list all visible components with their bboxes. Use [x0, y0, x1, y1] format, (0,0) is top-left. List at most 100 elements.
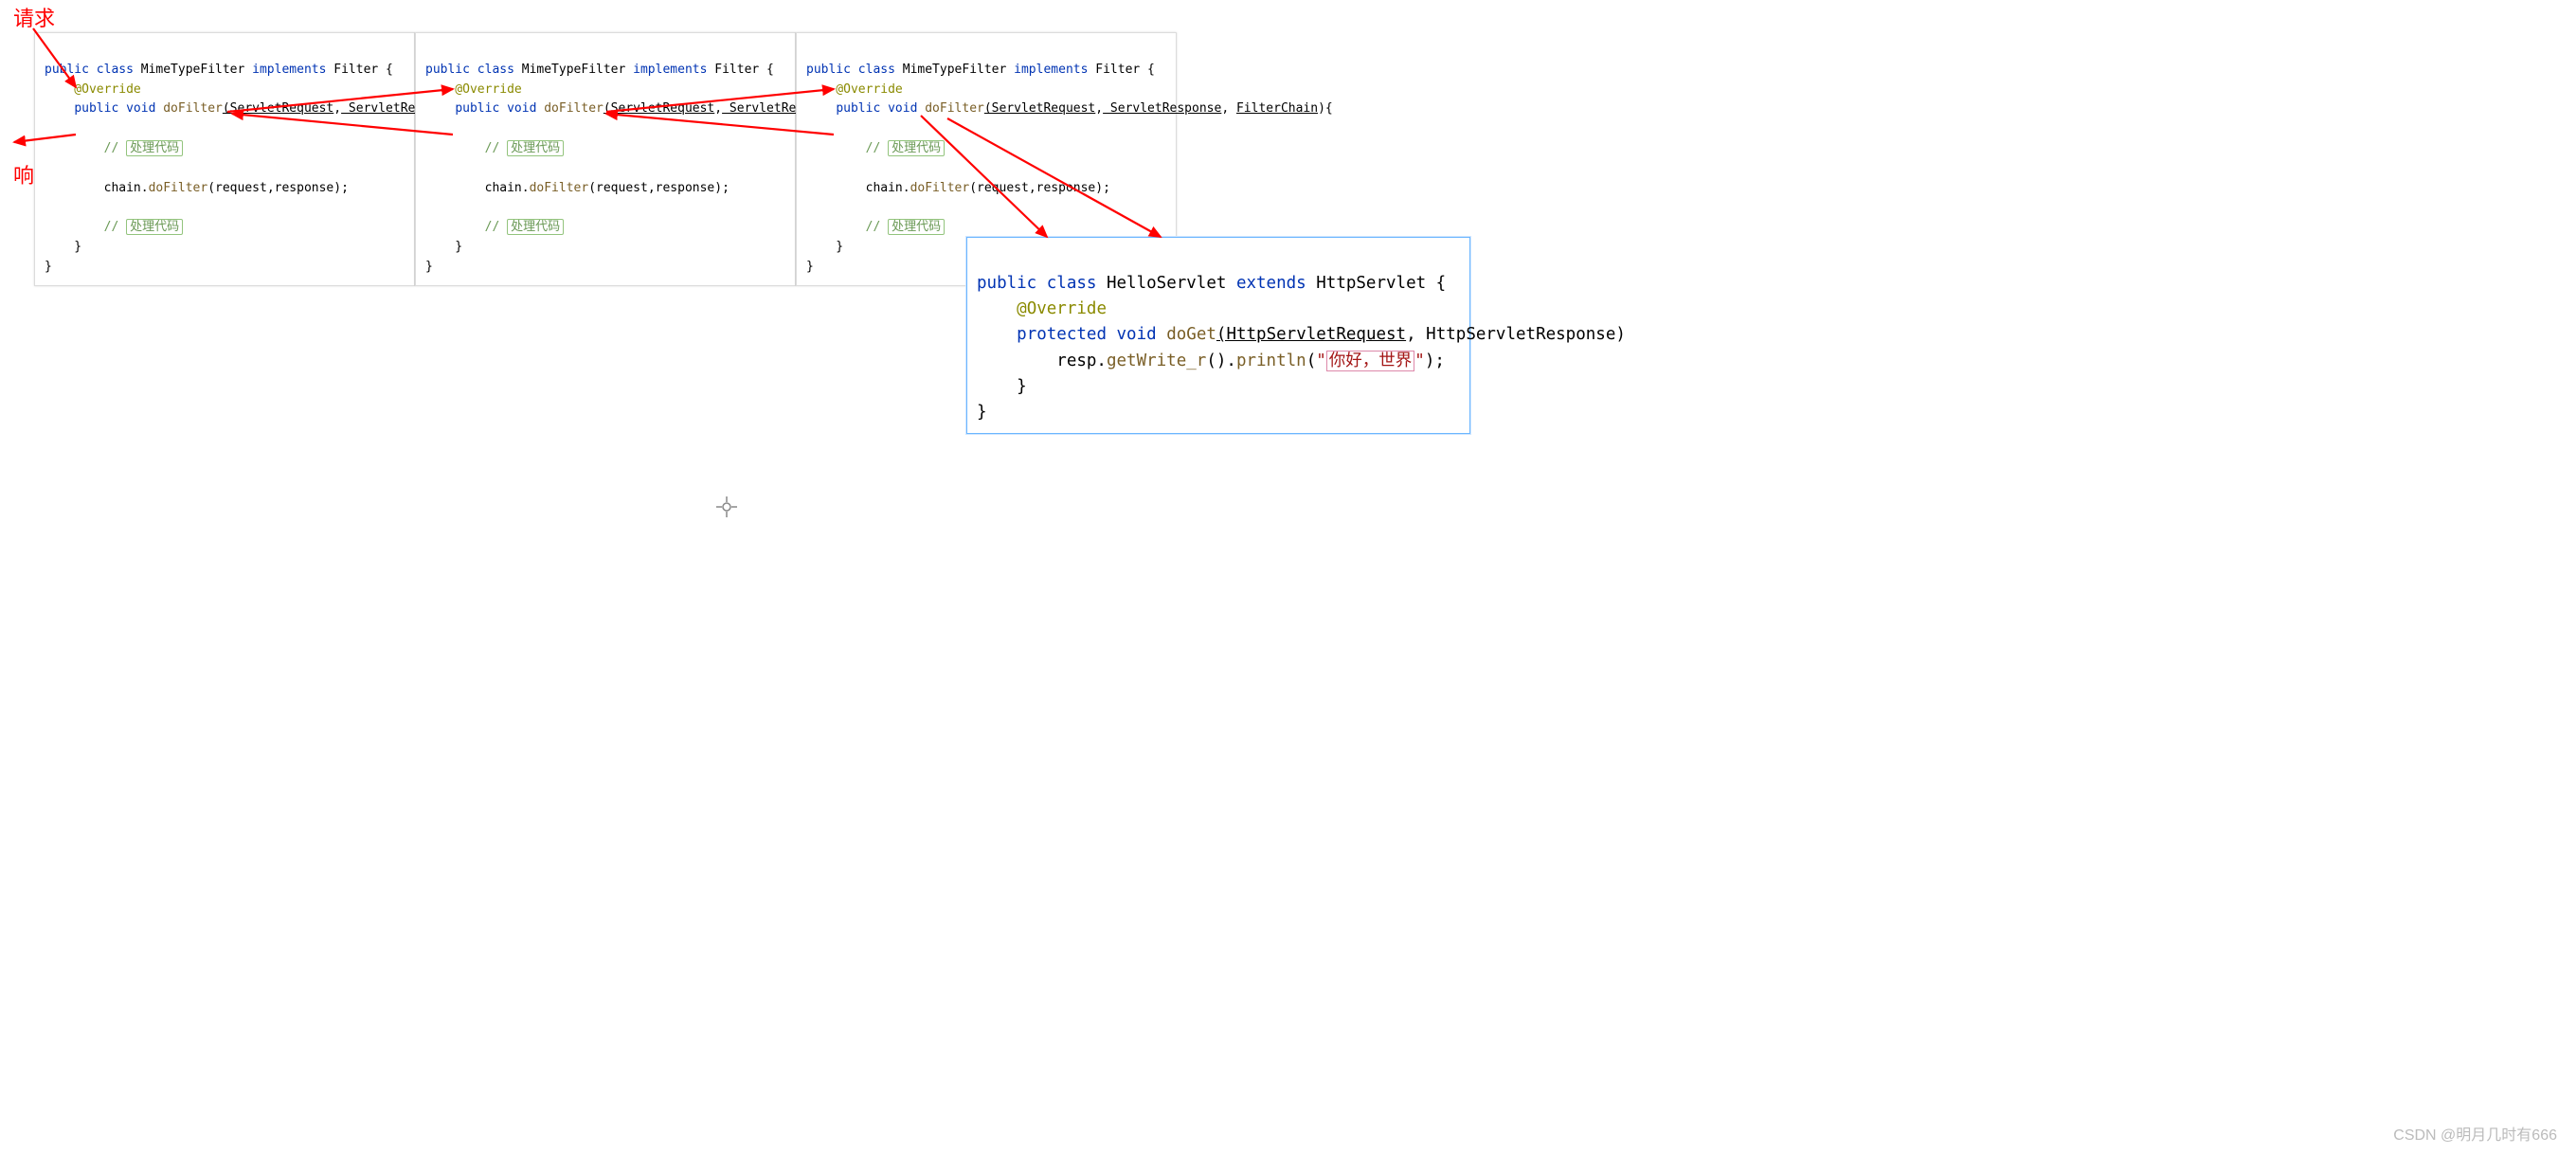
t: chain. — [806, 181, 910, 195]
t: (ServletRequest — [984, 101, 1095, 116]
t: , — [1406, 325, 1416, 344]
t: HelloServlet — [1096, 274, 1236, 293]
m: doFilter — [163, 101, 223, 116]
watermark: CSDN @明月几时有666 — [2393, 1122, 2557, 1145]
t: ServletResponse — [1103, 101, 1221, 116]
m: doFilter — [910, 181, 970, 195]
cmt: // 处理代码 — [425, 219, 564, 235]
t: } — [45, 240, 81, 254]
cmt: // 处理代码 — [45, 219, 183, 235]
kw: public void — [74, 101, 155, 116]
t: } — [45, 260, 52, 274]
m: doGet — [1166, 325, 1216, 344]
t: chain. — [45, 181, 149, 195]
kw: public class — [977, 274, 1096, 293]
servlet-code: public class HelloServlet extends HttpSe… — [966, 237, 1470, 434]
kw: public class — [425, 63, 514, 77]
t: resp. — [977, 352, 1107, 370]
t: } — [977, 403, 987, 422]
t: , — [333, 101, 341, 116]
t: ); — [1425, 352, 1445, 370]
cmt-box: 处理代码 — [507, 219, 564, 235]
t: MimeTypeFilter — [895, 63, 1014, 77]
t: ( — [1306, 352, 1317, 370]
t: , — [1095, 101, 1103, 116]
t: Filter { — [1088, 63, 1154, 77]
t: (ServletRequest — [603, 101, 714, 116]
t: (ServletRequest — [223, 101, 333, 116]
t: (request,response); — [588, 181, 730, 195]
strbox: 你好，世界 — [1326, 351, 1415, 371]
t: // — [45, 220, 126, 234]
filter1-code: public class MimeTypeFilter implements F… — [34, 32, 415, 286]
m: doFilter — [925, 101, 984, 116]
kw: public class — [806, 63, 895, 77]
kw: extends — [1236, 274, 1306, 293]
request-label: 请求 — [13, 2, 55, 32]
t — [1157, 325, 1167, 344]
kw: public void — [836, 101, 917, 116]
t: Override — [843, 82, 903, 97]
t: , — [714, 101, 722, 116]
t: MimeTypeFilter — [514, 63, 633, 77]
t: (). — [1206, 352, 1236, 370]
m: doFilter — [544, 101, 603, 116]
m: doFilter — [149, 181, 208, 195]
t: (request,response); — [969, 181, 1110, 195]
m: doFilter — [530, 181, 589, 195]
cmt: // 处理代码 — [425, 140, 564, 156]
t: } — [977, 377, 1027, 396]
t: @ — [425, 82, 462, 97]
t: // — [425, 220, 507, 234]
kw: public class — [45, 63, 134, 77]
t — [425, 101, 455, 116]
str: "你好，世界" — [1316, 351, 1425, 371]
t: HttpServletResponse) — [1416, 325, 1626, 344]
m: getWrite̲r — [1107, 352, 1206, 370]
kw: implements — [1014, 63, 1088, 77]
t — [45, 101, 74, 116]
cmt-box: 处理代码 — [126, 219, 183, 235]
t: HttpServlet { — [1306, 274, 1447, 293]
kw: protected void — [1017, 325, 1157, 344]
cmt-box: 处理代码 — [507, 140, 564, 156]
t — [977, 325, 1017, 344]
kw: implements — [633, 63, 707, 77]
cmt-box: 处理代码 — [126, 140, 183, 156]
t: // — [806, 220, 888, 234]
t: Override — [1027, 299, 1107, 318]
t: } — [425, 260, 433, 274]
filter2-code: public class MimeTypeFilter implements F… — [415, 32, 796, 286]
t: chain. — [425, 181, 530, 195]
t: @ — [806, 82, 843, 97]
t: (request,response); — [207, 181, 349, 195]
t: // — [806, 141, 888, 155]
q: " — [1414, 352, 1425, 370]
cmt: // 处理代码 — [806, 219, 945, 235]
cmt-box: 处理代码 — [888, 219, 945, 235]
kw: implements — [252, 63, 326, 77]
cmt: // 处理代码 — [45, 140, 183, 156]
cursor-icon — [716, 496, 737, 523]
t: } — [806, 260, 814, 274]
t: // — [425, 141, 507, 155]
t: } — [425, 240, 462, 254]
t: (HttpServletRequest — [1216, 325, 1406, 344]
m: println — [1236, 352, 1306, 370]
t: @ — [977, 299, 1027, 318]
t: } — [806, 240, 843, 254]
q: " — [1316, 352, 1326, 370]
t: Filter { — [707, 63, 773, 77]
t: MimeTypeFilter — [134, 63, 252, 77]
t: Filter { — [326, 63, 392, 77]
t — [806, 101, 836, 116]
t: Override — [462, 82, 522, 97]
cmt: // 处理代码 — [806, 140, 945, 156]
t: ){ — [1318, 101, 1333, 116]
t: @ — [45, 82, 81, 97]
kw: public void — [455, 101, 536, 116]
t: FilterChain — [1236, 101, 1318, 116]
cmt-box: 处理代码 — [888, 140, 945, 156]
t: , — [1221, 101, 1236, 116]
t: Override — [81, 82, 141, 97]
